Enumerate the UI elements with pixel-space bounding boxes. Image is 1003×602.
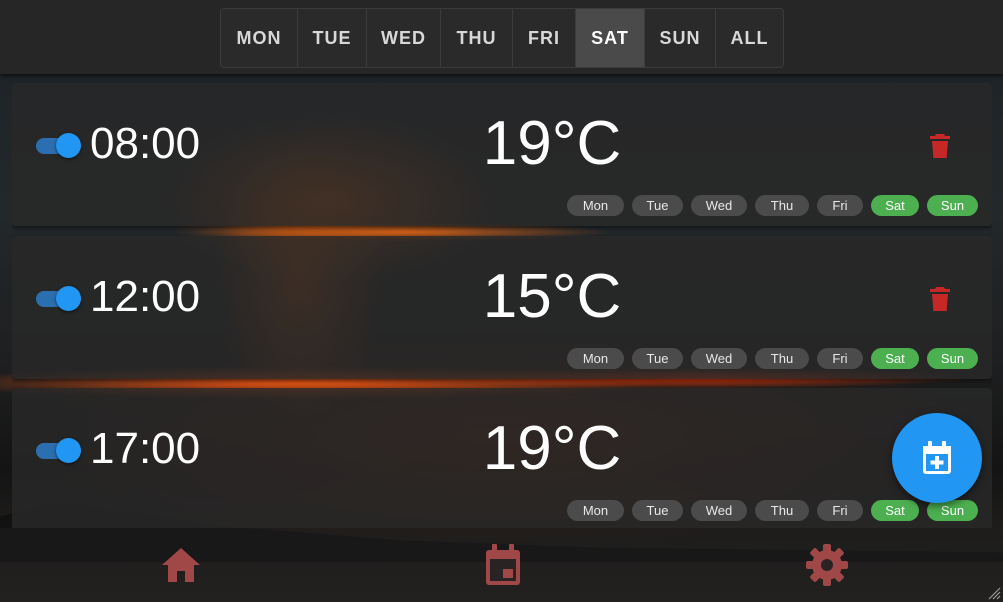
delete-icon[interactable]: [928, 286, 952, 312]
nav-home[interactable]: [158, 542, 204, 588]
day-pill-wed[interactable]: Wed: [691, 500, 747, 521]
day-pill-tue[interactable]: Tue: [632, 500, 683, 521]
toggle-knob: [56, 286, 81, 311]
schedule-temperature[interactable]: 15°C: [412, 262, 692, 332]
toggle-knob: [56, 438, 81, 463]
day-pill-mon[interactable]: Mon: [567, 195, 624, 216]
day-tab-thu[interactable]: THU: [441, 9, 513, 67]
schedule-time[interactable]: 08:00: [90, 119, 200, 169]
day-pill-thu[interactable]: Thu: [755, 500, 809, 521]
day-pill-sat[interactable]: Sat: [871, 348, 919, 369]
add-schedule-button[interactable]: [892, 413, 982, 503]
day-tab-sun[interactable]: SUN: [645, 9, 716, 67]
day-pill-sun[interactable]: Sun: [927, 348, 978, 369]
day-pill-sun[interactable]: Sun: [927, 195, 978, 216]
day-pill-mon[interactable]: Mon: [567, 500, 624, 521]
schedule-temperature[interactable]: 19°C: [412, 414, 692, 484]
day-tab-fri[interactable]: FRI: [513, 9, 576, 67]
resize-grip-icon[interactable]: [987, 586, 1001, 600]
day-pill-wed[interactable]: Wed: [691, 348, 747, 369]
schedule-time[interactable]: 17:00: [90, 424, 200, 474]
day-pill-tue[interactable]: Tue: [632, 348, 683, 369]
schedule-days: Mon Tue Wed Thu Fri Sat Sun: [567, 500, 978, 521]
bottom-navigation: [0, 528, 1003, 602]
day-tab-wed[interactable]: WED: [367, 9, 441, 67]
day-pill-fri[interactable]: Fri: [817, 195, 863, 216]
delete-icon[interactable]: [928, 133, 952, 159]
schedule-card: 12:00 15°C Mon Tue Wed Thu Fri Sat Sun: [12, 236, 992, 379]
schedule-card: 17:00 19°C Mon Tue Wed Thu Fri Sat Sun: [12, 388, 992, 528]
nav-settings[interactable]: [804, 542, 850, 588]
schedule-time[interactable]: 12:00: [90, 272, 200, 322]
day-selector: MON TUE WED THU FRI SAT SUN ALL: [220, 8, 784, 68]
day-pill-mon[interactable]: Mon: [567, 348, 624, 369]
day-pill-wed[interactable]: Wed: [691, 195, 747, 216]
toggle-knob: [56, 133, 81, 158]
day-tab-all[interactable]: ALL: [716, 9, 783, 67]
schedule-card: 08:00 19°C Mon Tue Wed Thu Fri Sat Sun: [12, 83, 992, 226]
day-pill-fri[interactable]: Fri: [817, 500, 863, 521]
day-pill-thu[interactable]: Thu: [755, 195, 809, 216]
gear-icon: [806, 544, 848, 586]
schedule-enable-toggle[interactable]: [34, 286, 82, 311]
calendar-add-icon: [923, 441, 951, 474]
day-tab-sat[interactable]: SAT: [576, 9, 645, 67]
schedule-enable-toggle[interactable]: [34, 133, 82, 158]
nav-schedule[interactable]: [480, 542, 526, 588]
day-tab-mon[interactable]: MON: [221, 9, 298, 67]
day-tab-tue[interactable]: TUE: [298, 9, 367, 67]
schedule-temperature[interactable]: 19°C: [412, 109, 692, 179]
schedule-days: Mon Tue Wed Thu Fri Sat Sun: [567, 195, 978, 216]
schedule-list: 08:00 19°C Mon Tue Wed Thu Fri Sat Sun 1…: [12, 83, 992, 528]
day-pill-thu[interactable]: Thu: [755, 348, 809, 369]
day-pill-fri[interactable]: Fri: [817, 348, 863, 369]
day-pill-sat[interactable]: Sat: [871, 195, 919, 216]
calendar-icon: [486, 544, 520, 585]
home-icon: [162, 548, 200, 582]
schedule-enable-toggle[interactable]: [34, 438, 82, 463]
day-pill-sun[interactable]: Sun: [927, 500, 978, 521]
day-pill-tue[interactable]: Tue: [632, 195, 683, 216]
day-pill-sat[interactable]: Sat: [871, 500, 919, 521]
schedule-days: Mon Tue Wed Thu Fri Sat Sun: [567, 348, 978, 369]
